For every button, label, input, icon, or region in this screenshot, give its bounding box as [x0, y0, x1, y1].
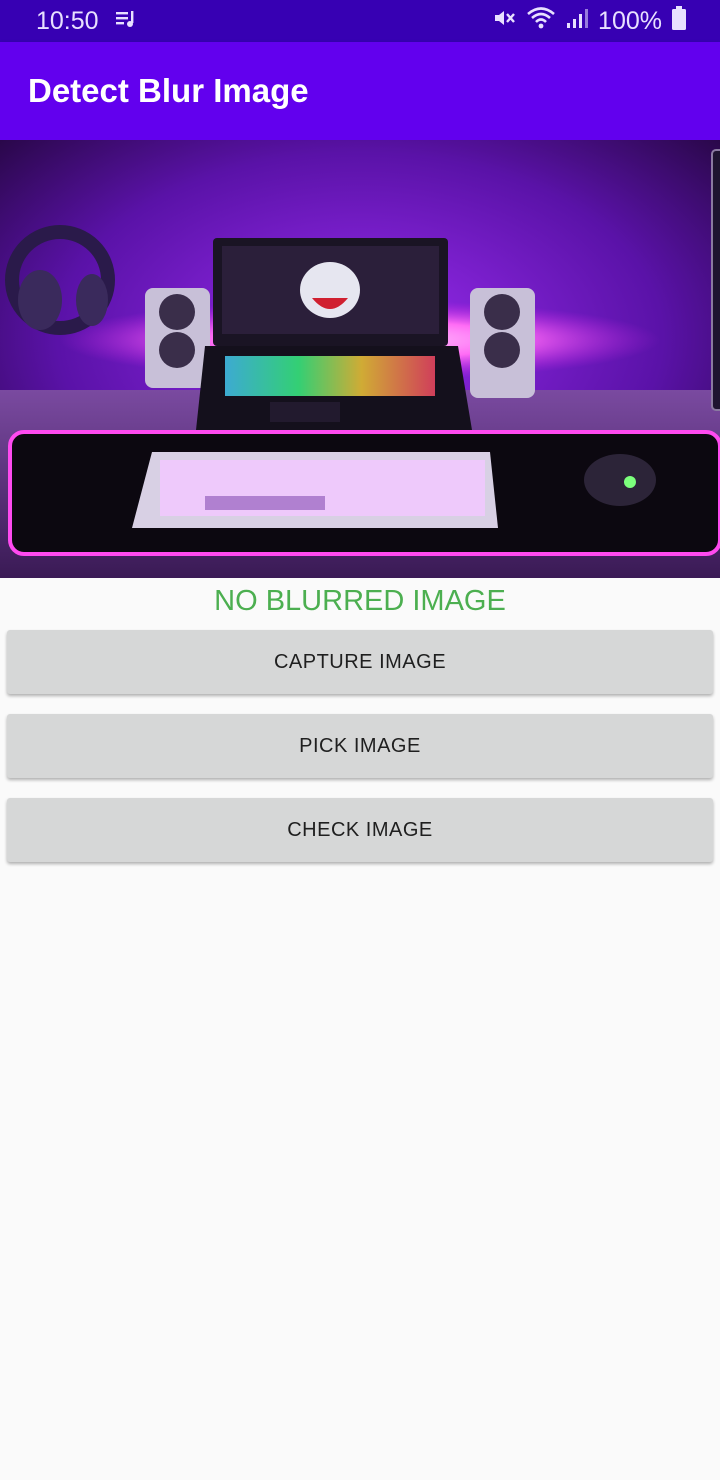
music-notification-icon [115, 7, 137, 36]
pick-image-button[interactable]: PICK IMAGE [7, 714, 713, 778]
app-title: Detect Blur Image [28, 72, 309, 109]
app-bar: Detect Blur Image [0, 42, 720, 140]
battery-percent: 100% [598, 6, 662, 35]
capture-image-button[interactable]: CAPTURE IMAGE [7, 630, 713, 694]
status-bar: 10:50 100% [0, 0, 720, 42]
wifi-icon [526, 6, 556, 37]
mute-icon [492, 6, 516, 37]
selected-image [0, 140, 720, 578]
battery-icon [672, 5, 686, 37]
status-time: 10:50 [36, 6, 99, 35]
check-image-button[interactable]: CHECK IMAGE [7, 798, 713, 862]
blur-result-text: NO BLURRED IMAGE [214, 585, 506, 617]
signal-icon [566, 7, 589, 36]
